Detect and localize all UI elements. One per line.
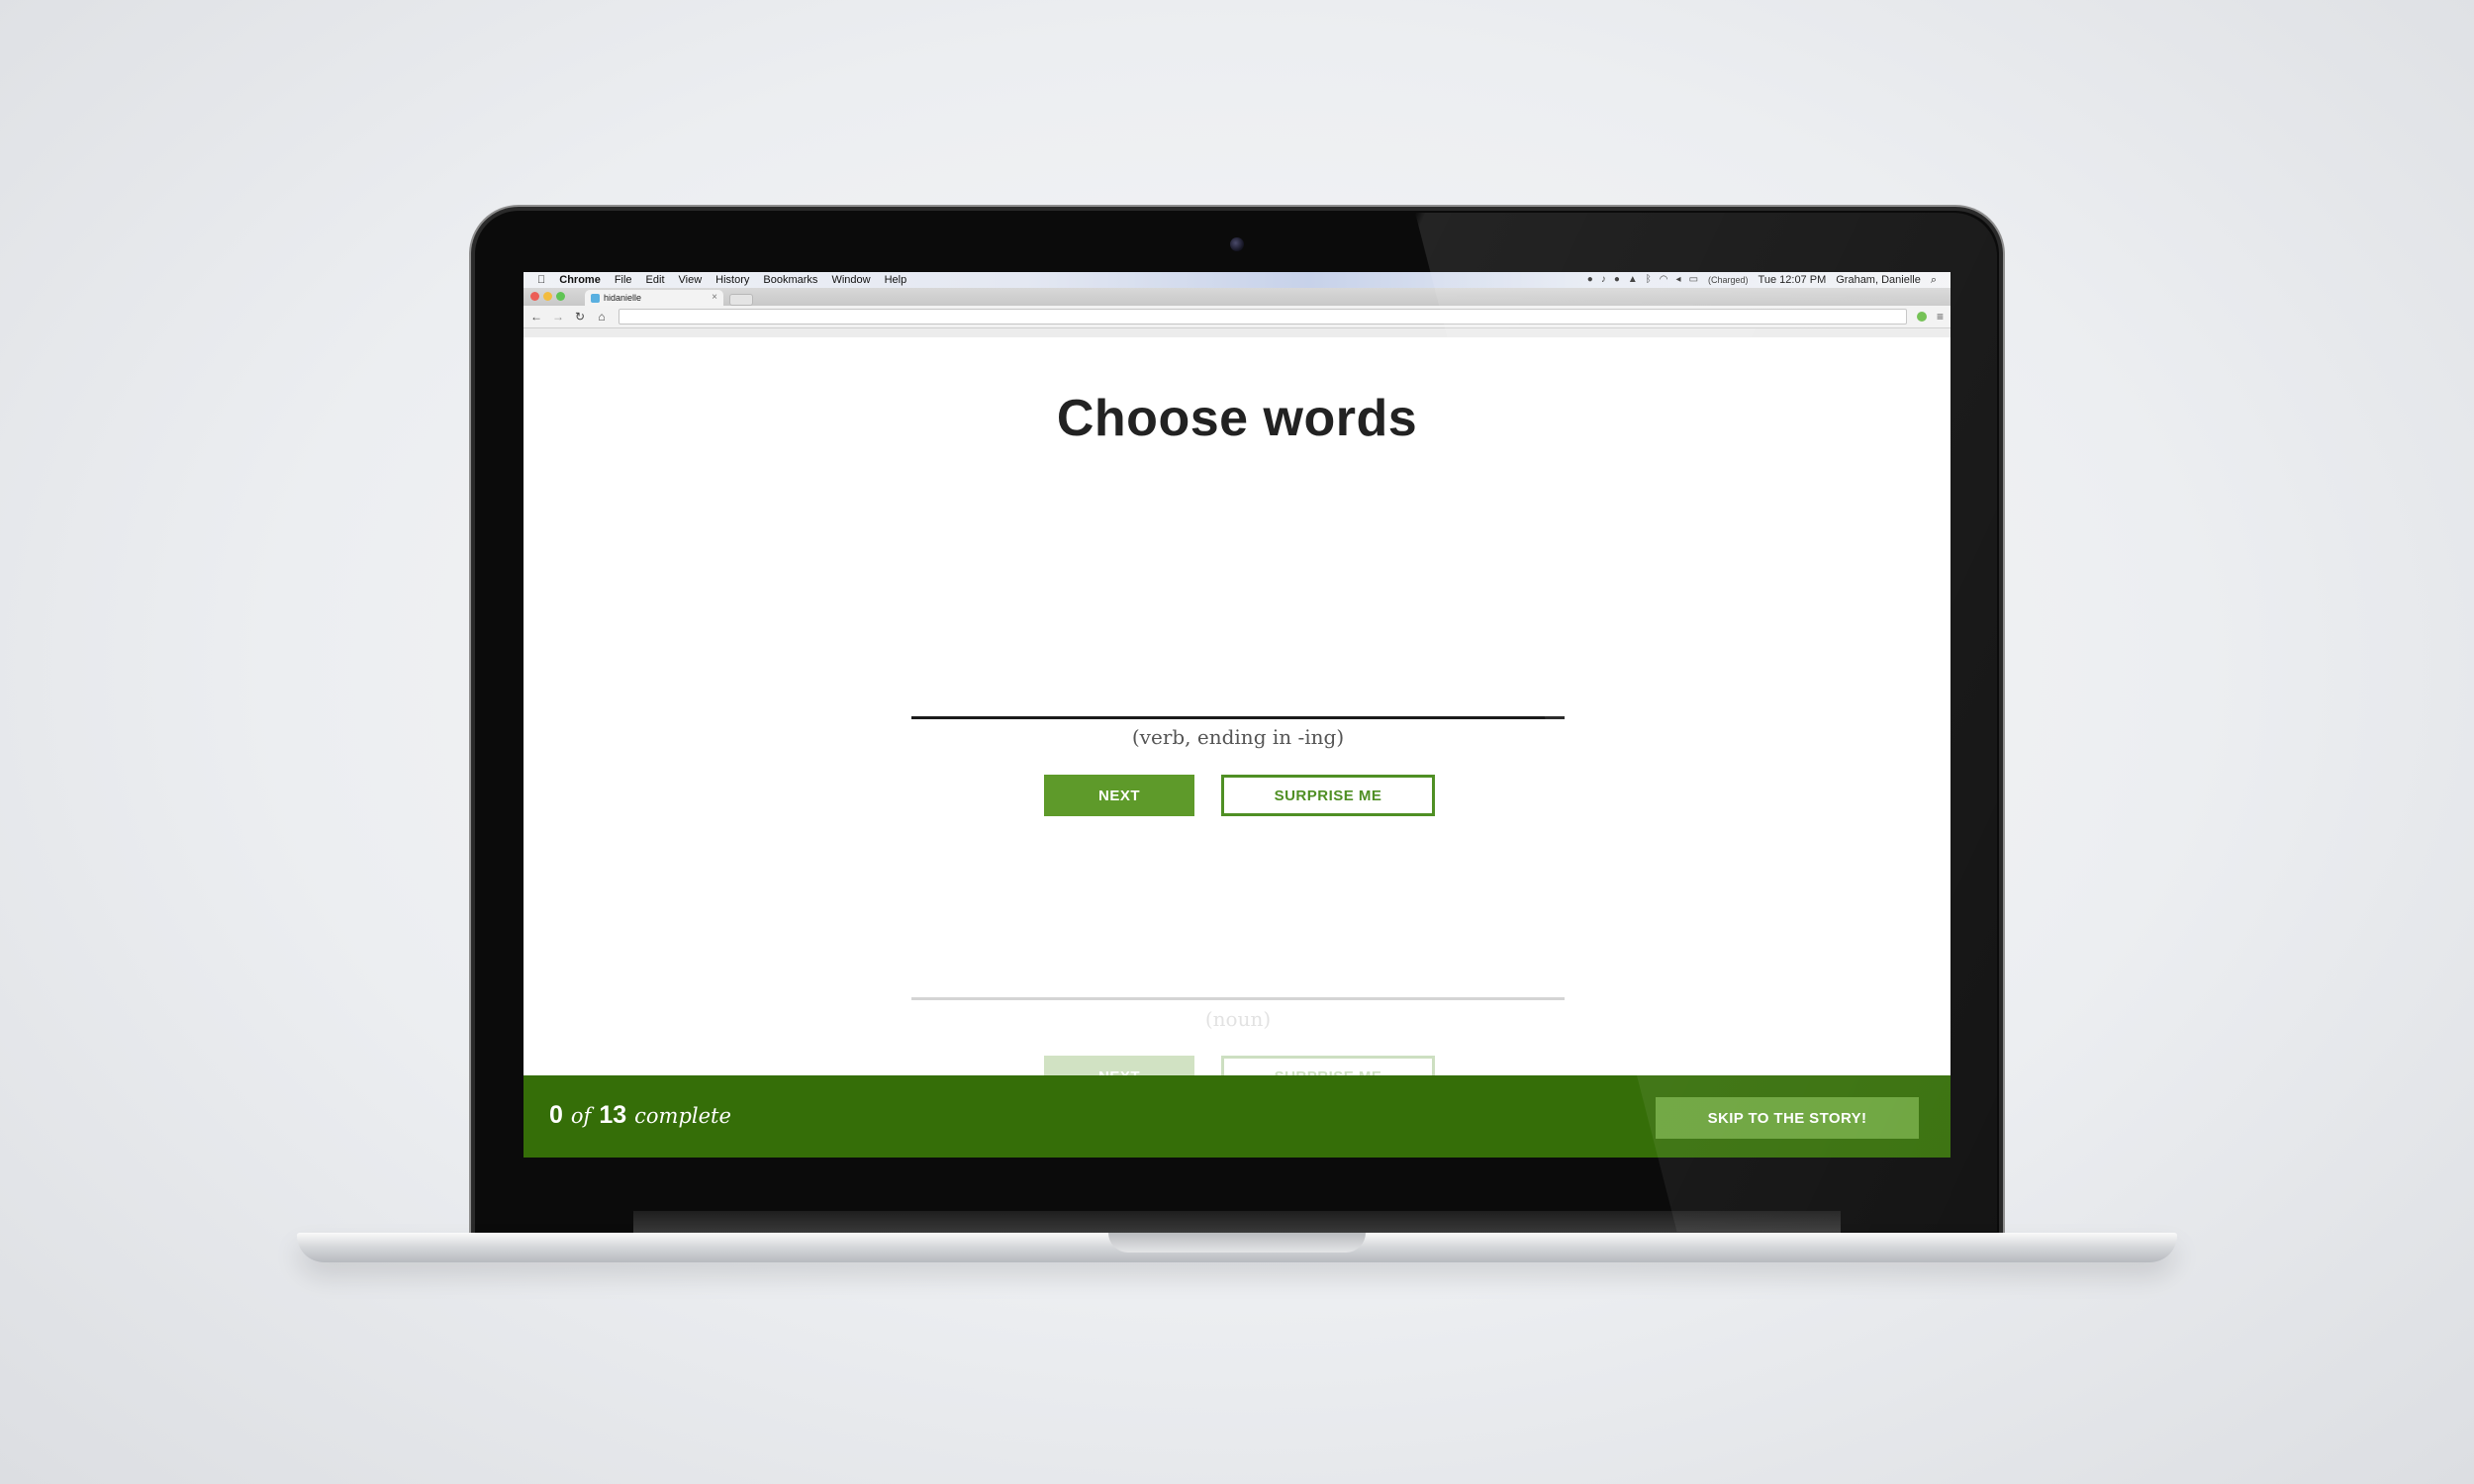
browser-tab[interactable]: hidanielle × xyxy=(585,290,723,306)
home-icon[interactable]: ⌂ xyxy=(593,310,611,324)
drop-icon[interactable]: ● xyxy=(1614,272,1620,288)
spotlight-search-icon[interactable]: ⌕ xyxy=(1931,272,1937,288)
close-window-icon[interactable] xyxy=(530,292,539,301)
hamburger-menu-icon[interactable]: ≡ xyxy=(1937,310,1944,324)
battery-status: (Charged) xyxy=(1708,275,1749,285)
address-bar[interactable] xyxy=(618,309,1907,325)
volume-icon[interactable]: ◂ xyxy=(1676,272,1681,288)
completed-count: 0 xyxy=(549,1101,563,1129)
of-label: of xyxy=(570,1104,592,1128)
reload-icon[interactable]: ↻ xyxy=(571,310,589,324)
laptop-notch xyxy=(1108,1233,1366,1252)
tab-title: hidanielle xyxy=(604,293,642,303)
bluetooth-icon[interactable]: ᛒ xyxy=(1646,272,1652,288)
word-input-line xyxy=(911,997,1565,1000)
forward-arrow-icon[interactable]: → xyxy=(549,310,567,324)
evernote-icon[interactable]: ● xyxy=(1587,272,1593,288)
progress-counter: 0 of 13 complete xyxy=(549,1101,731,1130)
battery-icon[interactable]: ▭ xyxy=(1689,272,1698,288)
browser-toolbar: ← → ↻ ⌂ ≡ xyxy=(523,306,1951,328)
browser-tab-strip: hidanielle × xyxy=(523,288,1951,306)
menu-clock[interactable]: Tue 12:07 PM xyxy=(1759,272,1827,288)
status-icons: ● ♪ ● ▲ ᛒ ◠ ◂ ▭ xyxy=(1587,272,1698,288)
favicon-icon xyxy=(591,293,600,303)
laptop-screen:  Chrome File Edit View History Bookmark… xyxy=(523,272,1951,1158)
menu-bookmarks[interactable]: Bookmarks xyxy=(763,272,817,288)
complete-label: complete xyxy=(634,1104,731,1128)
progress-footer: 0 of 13 complete SKIP TO THE STORY! xyxy=(523,1075,1951,1158)
word-type-hint: (noun) xyxy=(1204,1007,1272,1031)
menu-edit[interactable]: Edit xyxy=(646,272,665,288)
extension-icon[interactable] xyxy=(1917,312,1927,322)
laptop-hinge xyxy=(633,1211,1841,1233)
minimize-window-icon[interactable] xyxy=(543,292,552,301)
webcam-icon xyxy=(1230,237,1244,251)
menu-file[interactable]: File xyxy=(615,272,632,288)
wifi-icon[interactable]: ◠ xyxy=(1660,272,1668,288)
menu-view[interactable]: View xyxy=(679,272,703,288)
menu-window[interactable]: Window xyxy=(831,272,870,288)
bell-icon[interactable]: ♪ xyxy=(1601,272,1606,288)
menu-user[interactable]: Graham, Danielle xyxy=(1836,272,1921,288)
mac-menu-bar:  Chrome File Edit View History Bookmark… xyxy=(523,272,1951,288)
drive-icon[interactable]: ▲ xyxy=(1628,272,1638,288)
skip-to-story-button[interactable]: SKIP TO THE STORY! xyxy=(1656,1097,1919,1139)
apple-icon[interactable]:  xyxy=(537,272,545,288)
word-type-hint: (verb, ending in -ing) xyxy=(1131,725,1345,749)
menu-help[interactable]: Help xyxy=(885,272,907,288)
toolbar-divider xyxy=(523,328,1951,337)
total-count: 13 xyxy=(599,1101,627,1129)
page-title: Choose words xyxy=(1056,390,1418,447)
surprise-me-button[interactable]: SURPRISE ME xyxy=(1221,775,1435,816)
menu-app-name[interactable]: Chrome xyxy=(559,272,601,288)
word-input-line[interactable] xyxy=(911,716,1565,719)
next-button[interactable]: NEXT xyxy=(1044,775,1194,816)
back-arrow-icon[interactable]: ← xyxy=(527,310,545,324)
menu-history[interactable]: History xyxy=(715,272,749,288)
new-tab-button[interactable] xyxy=(729,294,753,306)
maximize-window-icon[interactable] xyxy=(556,292,565,301)
tab-close-icon[interactable]: × xyxy=(712,290,717,306)
